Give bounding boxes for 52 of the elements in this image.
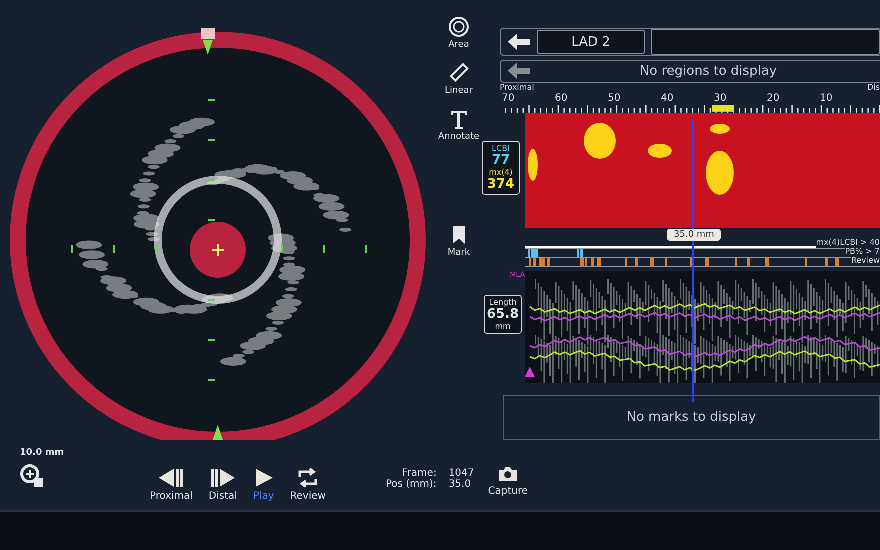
ruler-number: 20 bbox=[767, 92, 781, 104]
text-icon bbox=[448, 108, 470, 130]
max-lcbi-label: mx(4) bbox=[489, 168, 513, 177]
lipid-spot bbox=[710, 124, 730, 134]
camera-icon bbox=[498, 466, 518, 482]
proximal-label: Proximal bbox=[500, 82, 534, 93]
track-label: Review bbox=[851, 256, 880, 266]
scale-label: 10.0 mm bbox=[20, 448, 66, 458]
ruler-number: 50 bbox=[608, 92, 622, 104]
playback-button[interactable]: Proximal bbox=[150, 468, 193, 502]
back-arrow-icon[interactable] bbox=[507, 33, 531, 51]
zoom-icon[interactable] bbox=[20, 464, 44, 488]
ruler-number: 40 bbox=[661, 92, 675, 104]
step-back-icon bbox=[158, 468, 184, 488]
length-value: 65.8 bbox=[486, 306, 520, 322]
tool-button[interactable]: Area bbox=[448, 16, 470, 50]
ruler-icon bbox=[448, 62, 470, 84]
ruler-number: 10 bbox=[820, 92, 834, 104]
step-forward-icon bbox=[210, 468, 236, 488]
frame-label: Frame: bbox=[401, 468, 437, 479]
vessel-tab[interactable]: LAD 2 bbox=[537, 30, 645, 54]
ruler-number: 70 bbox=[502, 92, 516, 104]
ring-icon bbox=[448, 16, 470, 38]
marks-message: No marks to display bbox=[626, 410, 758, 425]
track-label: PB% > 7 bbox=[845, 246, 880, 257]
tool-button[interactable]: Annotate bbox=[438, 108, 480, 142]
length-label: Length bbox=[489, 298, 517, 307]
lipid-spot bbox=[648, 144, 672, 158]
distal-label: Dis bbox=[867, 82, 880, 93]
ruler-number: 60 bbox=[555, 92, 569, 104]
loop-icon bbox=[297, 468, 320, 488]
playback-button[interactable]: Review bbox=[290, 468, 326, 502]
length-unit: mm bbox=[495, 322, 511, 331]
tool-button[interactable]: Mark bbox=[448, 224, 470, 258]
regions-message: No regions to display bbox=[638, 64, 778, 79]
lipid-spot bbox=[584, 122, 616, 159]
lipid-spot bbox=[706, 150, 734, 195]
tool-button[interactable]: Linear bbox=[445, 62, 473, 96]
playback-button[interactable]: Distal bbox=[208, 468, 238, 502]
play-icon bbox=[254, 468, 274, 488]
position-value: 35.0 bbox=[448, 479, 472, 490]
lcbi-label: LCBI bbox=[492, 144, 510, 153]
lipid-spot bbox=[528, 148, 538, 181]
frame-value: 1047 bbox=[448, 468, 474, 479]
position-tag: 35.0 mm bbox=[667, 228, 722, 241]
lcbi-value: 77 bbox=[492, 152, 510, 168]
playback-button[interactable]: Play bbox=[253, 468, 274, 502]
capture-button[interactable]: Capture bbox=[488, 466, 528, 497]
ruler-number: 30 bbox=[714, 92, 728, 104]
position-label: Pos (mm): bbox=[386, 479, 437, 490]
max-lcbi-value: 374 bbox=[487, 176, 515, 192]
track-label: mx(4)LCBI > 40 bbox=[816, 238, 880, 248]
